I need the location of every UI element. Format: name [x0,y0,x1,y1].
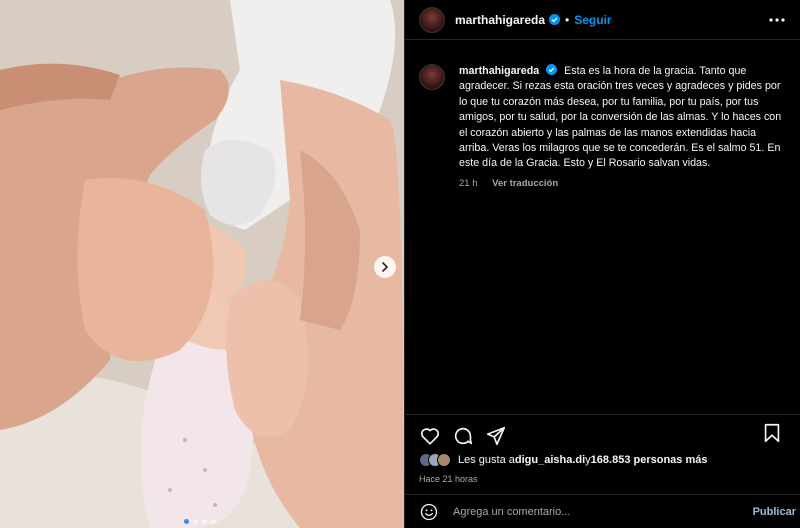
action-bar [405,414,800,450]
carousel-indicator [184,519,216,524]
likes-prefix: Les gusta a [458,454,515,466]
post-side-panel: marthahigareda • Seguir marthahigareda E… [404,0,800,528]
comment-input[interactable] [453,505,743,518]
family-hands-photo [0,0,404,528]
header-separator: • [565,12,570,27]
verified-badge-icon [549,14,561,25]
more-options-icon[interactable] [768,12,786,28]
publish-button[interactable]: Publicar [753,506,796,518]
comment-composer: Publicar [405,494,800,528]
liker-avatars [419,453,451,467]
carousel-dot [184,519,189,524]
share-icon[interactable] [485,425,507,447]
caption-avatar[interactable] [419,64,445,90]
emoji-icon[interactable] [419,502,439,522]
chevron-right-icon [382,262,389,272]
post-timestamp: Hace 21 horas [419,474,478,484]
caption-meta: 21 h Ver traducción [459,178,786,189]
likes-summary[interactable]: Les gusta a digu_aisha.di y 168.853 pers… [419,453,707,467]
translate-link[interactable]: Ver traducción [492,178,558,189]
liker-avatar [437,453,451,467]
caption-username[interactable]: marthahigareda [459,65,539,77]
bookmark-icon[interactable] [761,422,783,444]
caption-row: marthahigareda Esta es la hora de la gra… [419,64,786,172]
post-media[interactable] [0,0,404,528]
likes-user[interactable]: digu_aisha.di [515,454,585,466]
carousel-dot [193,519,198,524]
avatar[interactable] [419,6,445,33]
caption-text: Esta es la hora de la gracia. Tanto que … [459,65,782,170]
instagram-post: marthahigareda • Seguir marthahigareda E… [0,0,800,528]
likes-count[interactable]: 168.853 personas más [591,454,708,466]
heart-icon[interactable] [419,425,441,447]
verified-badge-icon [546,64,558,75]
carousel-dot [202,519,207,524]
caption-time: 21 h [459,177,478,189]
comments-section: marthahigareda Esta es la hora de la gra… [405,40,800,432]
follow-button[interactable]: Seguir [574,13,611,27]
author-username[interactable]: marthahigareda [455,13,545,27]
carousel-dot [211,519,216,524]
caption-text-block: marthahigareda Esta es la hora de la gra… [459,64,786,172]
post-header: marthahigareda • Seguir [405,0,800,40]
next-slide-button[interactable] [374,256,396,278]
comment-icon[interactable] [452,425,474,447]
